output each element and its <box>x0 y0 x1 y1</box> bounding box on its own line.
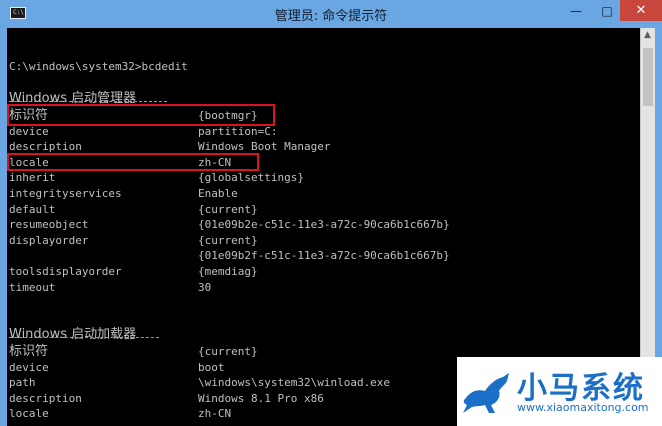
row-key: resumeobject <box>9 218 89 232</box>
close-button[interactable]: ✕ <box>620 0 662 21</box>
section2-title: Windows 启动加载器 <box>9 327 137 342</box>
row-key: timeout <box>9 280 56 294</box>
row-key: inherit <box>9 171 56 185</box>
console-row: description Windows Boot Manager <box>7 139 640 154</box>
row-value: {globalsettings} <box>198 171 304 185</box>
watermark-logo: 小马系统 www.xiaomaxitong.com <box>457 357 662 426</box>
row-key: default <box>9 202 56 216</box>
console-row: toolsdisplayorder {memdiag} <box>7 264 640 279</box>
row-value: {current} <box>198 233 258 247</box>
row-key: locale <box>9 407 49 421</box>
prompt-line: C:\windows\system32>bcdedit <box>7 44 640 73</box>
row-key: 标识符 <box>9 344 49 359</box>
row-value: Windows 8.1 Pro x86 <box>198 391 324 405</box>
row-key: device <box>9 360 49 374</box>
console-row: integrityservices Enable <box>7 186 640 201</box>
minimize-button[interactable]: — <box>556 0 596 21</box>
row-value: boot <box>198 360 225 374</box>
row-key: description <box>9 391 82 405</box>
cmd-window: C:\ 管理员: 命令提示符 — □ ✕ C:\windows\system32… <box>0 0 662 426</box>
scrollbar-thumb[interactable] <box>643 48 653 106</box>
row-value: zh-CN <box>198 407 232 421</box>
row-key: description <box>9 140 82 154</box>
row-value: 30 <box>198 280 212 294</box>
row-key: toolsdisplayorder <box>9 265 122 278</box>
row-key: integrityservices <box>9 187 122 200</box>
row-value: {01e09b2f-c51c-11e3-a72c-90ca6b1c667b} <box>198 249 450 263</box>
console-row: default {current} <box>7 202 640 217</box>
row-value: Enable <box>198 187 238 200</box>
console-row: {01e09b2f-c51c-11e3-a72c-90ca6b1c667b} <box>7 248 640 263</box>
row-key: path <box>9 376 36 390</box>
brand-url: www.xiaomaxitong.com <box>517 401 649 414</box>
highlight-box-identifier <box>7 104 275 126</box>
row-value: \windows\system32\winload.exe <box>198 376 391 390</box>
scroll-up-arrow-icon[interactable]: ▲ <box>643 31 652 40</box>
section-title: Windows 启动管理器 <box>7 76 640 106</box>
row-value: Windows Boot Manager <box>198 140 331 154</box>
highlight-box-locale <box>7 153 259 171</box>
row-value: {current} <box>198 202 258 216</box>
section2-underline <box>9 337 159 339</box>
row-value: {memdiag} <box>198 265 258 278</box>
section-title: Windows 启动加载器 <box>7 312 640 342</box>
title-bar[interactable]: C:\ 管理员: 命令提示符 — □ ✕ <box>0 0 662 28</box>
row-value: {01e09b2e-c51c-11e3-a72c-90ca6b1c667b} <box>198 218 450 232</box>
horse-logo-icon <box>463 373 509 413</box>
console-row: inherit {globalsettings} <box>7 170 640 185</box>
section1-underline <box>9 101 167 103</box>
maximize-button[interactable]: □ <box>596 0 618 21</box>
console-row: timeout 30 <box>7 280 640 295</box>
prompt-text: C:\windows\system32>bcdedit <box>9 60 188 73</box>
console-row: displayorder {current} <box>7 233 640 248</box>
row-value: {current} <box>198 345 258 358</box>
console-row: resumeobject {01e09b2e-c51c-11e3-a72c-90c… <box>7 217 640 232</box>
row-key: displayorder <box>9 233 89 247</box>
